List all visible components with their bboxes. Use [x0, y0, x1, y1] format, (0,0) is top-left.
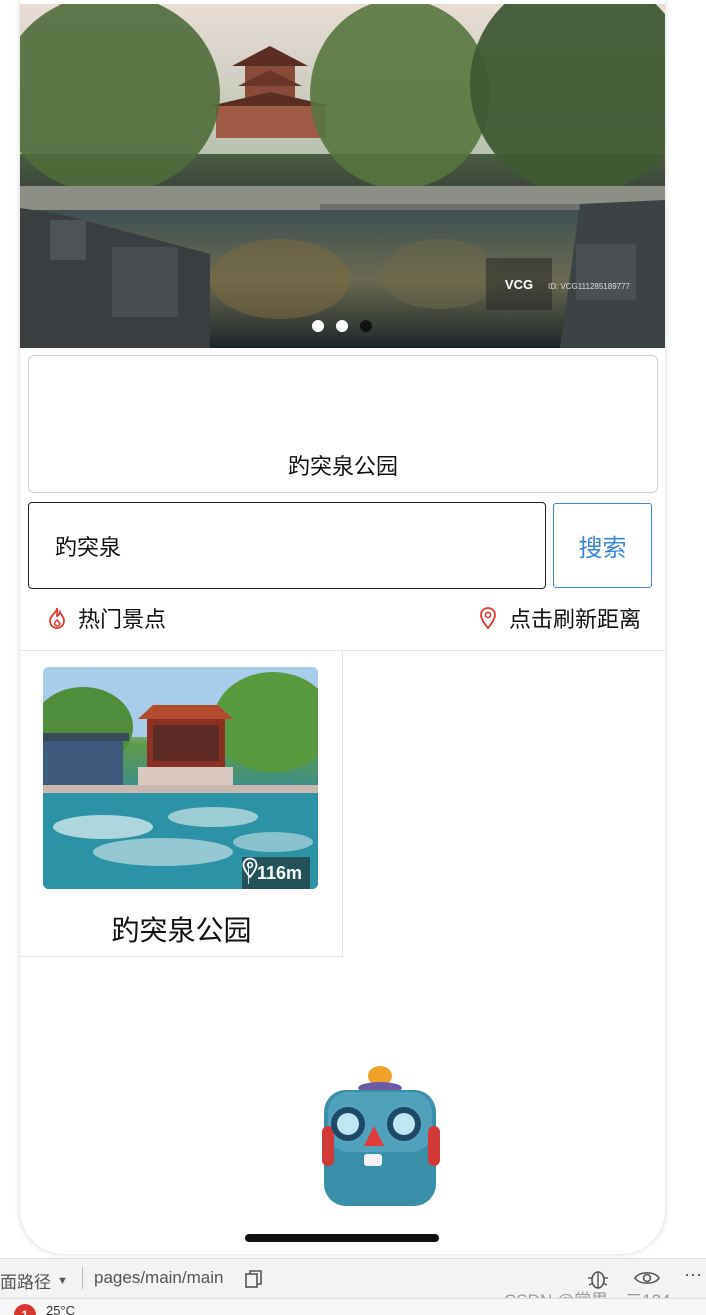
- hot-spots-label: 热门景点: [46, 602, 166, 634]
- page-path-value: pages/main/main: [94, 1268, 224, 1287]
- page: VCG ID: VCG111285189777 趵突泉公园 搜索 热门景点: [0, 0, 706, 1315]
- spot-card[interactable]: 116m 趵突泉公园: [20, 651, 343, 957]
- copy-icon[interactable]: [244, 1269, 264, 1289]
- banner-carousel[interactable]: VCG ID: VCG111285189777: [20, 4, 665, 348]
- carousel-dot-active[interactable]: [360, 320, 372, 332]
- refresh-distance-text: 点击刷新距离: [508, 608, 641, 633]
- caret-down-icon: ▼: [57, 1274, 68, 1287]
- robot-mascot-icon[interactable]: [302, 1062, 442, 1212]
- search-input[interactable]: [28, 502, 546, 589]
- carousel-dot[interactable]: [312, 320, 324, 332]
- hot-spots-text: 热门景点: [78, 608, 167, 633]
- location-pin-icon: [242, 857, 258, 879]
- separator: [82, 1267, 83, 1289]
- home-indicator: [245, 1234, 439, 1242]
- park-name-text: 趵突泉公园: [287, 455, 398, 480]
- phone-frame: VCG ID: VCG111285189777 趵突泉公园 搜索 热门景点: [20, 0, 665, 1254]
- spot-photo: [43, 667, 318, 889]
- search-button[interactable]: 搜索: [553, 503, 652, 588]
- fire-icon: [49, 607, 65, 629]
- spot-name: 趵突泉公园: [111, 914, 252, 947]
- page-path-label: 面路径: [0, 1273, 51, 1292]
- carousel-dot[interactable]: [336, 320, 348, 332]
- distance-badge: 116m: [241, 857, 310, 889]
- banner-image: [20, 4, 665, 348]
- location-pin-icon: [480, 607, 496, 630]
- vcg-image-id: ID: VCG111285189777: [548, 282, 630, 291]
- distance-value: 116m: [256, 862, 302, 883]
- refresh-distance-button[interactable]: 点击刷新距离: [479, 602, 641, 634]
- status-strip: [0, 1298, 706, 1315]
- eye-icon[interactable]: [634, 1269, 660, 1287]
- vcg-watermark: VCG: [486, 258, 552, 310]
- park-name-card: 趵突泉公园: [28, 355, 658, 493]
- section-header: 热门景点 点击刷新距离: [20, 596, 665, 640]
- more-icon[interactable]: ⋯: [684, 1265, 702, 1286]
- carousel-indicators: [312, 320, 372, 332]
- temperature-text: 25°C: [46, 1303, 76, 1315]
- spot-image: 116m: [43, 667, 318, 889]
- page-path-dropdown[interactable]: 面路径 ▼: [0, 1268, 68, 1293]
